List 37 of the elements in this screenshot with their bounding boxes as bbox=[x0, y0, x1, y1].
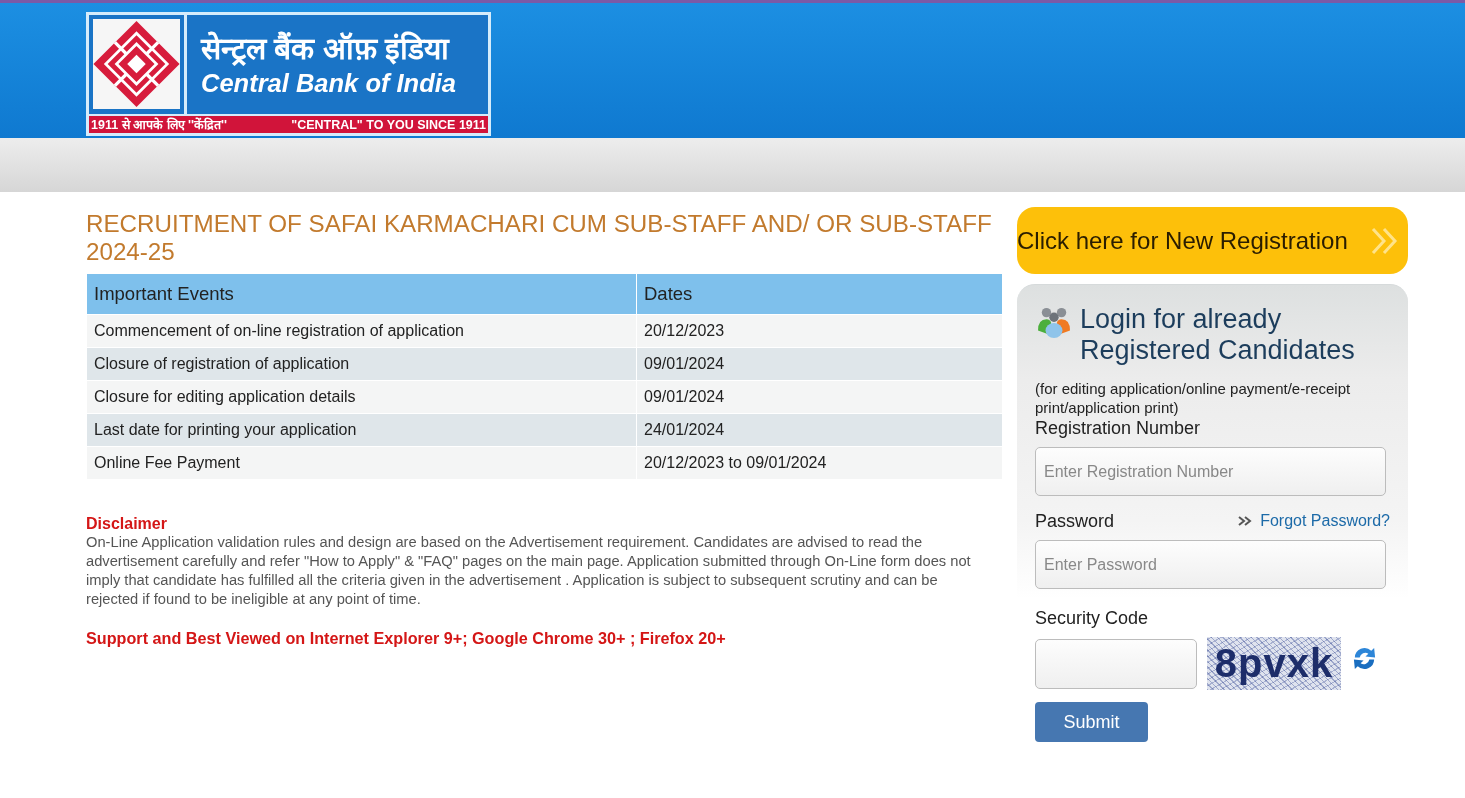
password-label: Password bbox=[1035, 510, 1115, 532]
table-cell: 20/12/2023 bbox=[637, 315, 1002, 347]
table-cell: Closure of registration of application bbox=[87, 348, 636, 380]
table-header-cell: Important Events bbox=[87, 274, 636, 314]
registration-number-field[interactable]: Enter Registration Number bbox=[1035, 447, 1386, 496]
table-header-cell: Dates bbox=[637, 274, 1002, 314]
logo-tagline: 1911 से आपके लिए ''केंद्रित'' bbox=[91, 116, 227, 133]
captcha-image: 8pvxk bbox=[1207, 637, 1341, 690]
browser-support-note: Support and Best Viewed on Internet Explorer 9+; Google Chrome 30+ ; Firefox 20+ bbox=[86, 629, 727, 648]
double-chevron-icon bbox=[1238, 516, 1253, 526]
submit-button[interactable]: Submit bbox=[1035, 702, 1148, 742]
logo-tagline: "CENTRAL" TO YOU SINCE 1911 bbox=[291, 117, 486, 132]
logo-hindi-name: सेन्ट्रल बैंक ऑफ़ इंडिया bbox=[201, 31, 451, 66]
disclaimer-heading: Disclaimer bbox=[86, 514, 168, 533]
table-cell: Closure for editing application details bbox=[87, 381, 636, 413]
refresh-icon[interactable] bbox=[1351, 645, 1378, 672]
table-cell: 09/01/2024 bbox=[637, 381, 1002, 413]
double-chevron-icon bbox=[1370, 225, 1400, 256]
page-title: RECRUITMENT OF SAFAI KARMACHARI CUM SUB-STAFF AND/ OR SUB-STAFF 2024-25 bbox=[86, 210, 993, 266]
registration-number-label: Registration Number bbox=[1035, 417, 1202, 439]
table-cell: 24/01/2024 bbox=[637, 414, 1002, 446]
new-registration-button[interactable]: Click here for New Registration bbox=[1017, 207, 1408, 274]
login-title: Login for already Registered Candidates bbox=[1080, 304, 1356, 366]
security-code-label: Security Code bbox=[1035, 607, 1149, 629]
table-cell: Commencement of on-line registration of application bbox=[87, 315, 636, 347]
table-cell: 20/12/2023 to 09/01/2024 bbox=[637, 447, 1002, 479]
login-note: (for editing application/online payment/e-receipt print/application print) bbox=[1035, 379, 1352, 417]
disclaimer-text: On-Line Application validation rules and design are based on the Advertisement requirement. Candidates are advised to read the advertisement carefully and refer "How to Apply" & "FAQ" pages on the main page. Application submitted through On-Line form does not imply that candidate has fulfilled all the criteria given in the advertisement . Application is subject to subsequent scrutiny and can be rejected if found to be ineligible at any point of time. bbox=[86, 533, 972, 609]
logo-mark-icon bbox=[93, 19, 180, 109]
table-cell: Last date for printing your application bbox=[87, 414, 636, 446]
logo-english-name: Central Bank of India bbox=[201, 67, 458, 98]
users-icon bbox=[1037, 306, 1071, 338]
table-cell: 09/01/2024 bbox=[637, 348, 1002, 380]
table-cell: Online Fee Payment bbox=[87, 447, 636, 479]
security-code-field[interactable] bbox=[1035, 638, 1197, 689]
password-field[interactable]: Enter Password bbox=[1035, 540, 1386, 589]
forgot-password-link[interactable]: Forgot Password? bbox=[1260, 512, 1390, 530]
